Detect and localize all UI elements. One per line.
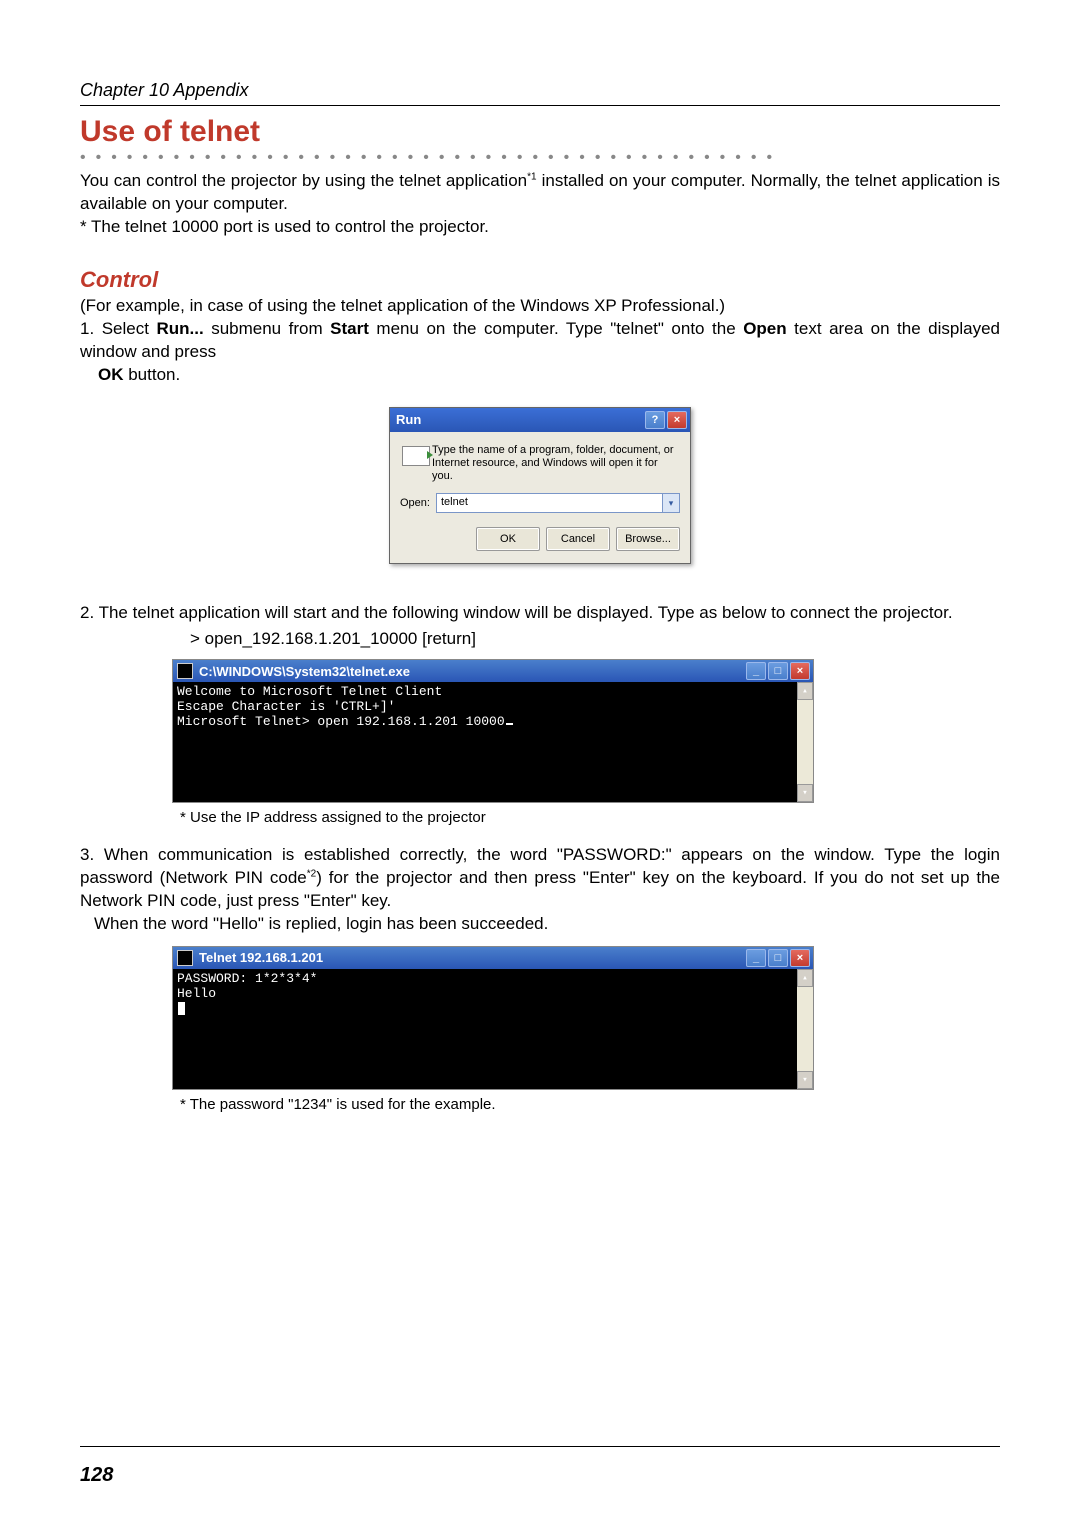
console-2-text: PASSWORD: 1*2*3*4* Hello: [173, 969, 797, 1089]
maximize-icon[interactable]: □: [768, 949, 788, 967]
step-2-command: > open_192.168.1.201_10000 [return]: [190, 629, 1000, 649]
run-titlebar: Run ? ×: [390, 408, 690, 432]
console-icon: [177, 950, 193, 966]
run-title: Run: [396, 412, 643, 427]
browse-button[interactable]: Browse...: [616, 527, 680, 551]
scroll-up-icon[interactable]: ▴: [797, 682, 813, 700]
console-1-text: Welcome to Microsoft Telnet Client Escap…: [173, 682, 797, 802]
dotted-divider: ••••••••••••••••••••••••••••••••••••••••…: [80, 154, 1000, 162]
open-combobox[interactable]: telnet ▾: [436, 493, 680, 513]
ok-button[interactable]: OK: [476, 527, 540, 551]
top-divider: [80, 105, 1000, 106]
intro-text-1: You can control the projector by using t…: [80, 171, 527, 190]
telnet-console-1: C:\WINDOWS\System32\telnet.exe _ □ × Wel…: [172, 659, 814, 803]
step-1: 1. Select Run... submenu from Start menu…: [80, 318, 1000, 387]
step-3: 3. When communication is established cor…: [80, 844, 1000, 936]
console-2-title: Telnet 192.168.1.201: [199, 950, 323, 965]
control-example: (For example, in case of using the telne…: [80, 295, 1000, 318]
close-icon[interactable]: ×: [667, 411, 687, 429]
intro-note: * The telnet 10000 port is used to contr…: [80, 216, 1000, 239]
run-body: Type the name of a program, folder, docu…: [390, 432, 690, 564]
intro-sup: *1: [527, 171, 536, 182]
console-icon: [177, 663, 193, 679]
scroll-down-icon[interactable]: ▾: [797, 784, 813, 802]
subsection-title: Control: [80, 267, 1000, 293]
console-titlebar: Telnet 192.168.1.201 _ □ ×: [173, 947, 813, 969]
page-number: 128: [80, 1464, 113, 1487]
step-2-note: * Use the IP address assigned to the pro…: [180, 809, 1000, 826]
scrollbar[interactable]: ▴ ▾: [797, 969, 813, 1089]
chapter-header: Chapter 10 Appendix: [80, 80, 1000, 101]
help-icon[interactable]: ?: [645, 411, 665, 429]
scroll-up-icon[interactable]: ▴: [797, 969, 813, 987]
console-1-title: C:\WINDOWS\System32\telnet.exe: [199, 664, 410, 679]
open-input[interactable]: telnet: [436, 493, 662, 513]
step-2: 2. The telnet application will start and…: [80, 602, 1000, 625]
minimize-icon[interactable]: _: [746, 662, 766, 680]
intro-paragraph: You can control the projector by using t…: [80, 170, 1000, 216]
step-3-note: * The password "1234" is used for the ex…: [180, 1096, 1000, 1113]
maximize-icon[interactable]: □: [768, 662, 788, 680]
chevron-down-icon[interactable]: ▾: [662, 493, 680, 513]
scrollbar[interactable]: ▴ ▾: [797, 682, 813, 802]
run-app-icon: [400, 444, 432, 484]
document-page: Chapter 10 Appendix Use of telnet ••••••…: [0, 0, 1080, 1527]
run-dialog: Run ? × Type the name of a program, fold…: [389, 407, 691, 565]
open-label: Open:: [400, 497, 436, 510]
telnet-console-2: Telnet 192.168.1.201 _ □ × PASSWORD: 1*2…: [172, 946, 814, 1090]
close-icon[interactable]: ×: [790, 949, 810, 967]
scroll-down-icon[interactable]: ▾: [797, 1071, 813, 1089]
bottom-divider: [80, 1446, 1000, 1447]
cancel-button[interactable]: Cancel: [546, 527, 610, 551]
run-description: Type the name of a program, folder, docu…: [432, 444, 680, 484]
close-icon[interactable]: ×: [790, 662, 810, 680]
minimize-icon[interactable]: _: [746, 949, 766, 967]
console-titlebar: C:\WINDOWS\System32\telnet.exe _ □ ×: [173, 660, 813, 682]
section-title: Use of telnet: [80, 114, 1000, 150]
